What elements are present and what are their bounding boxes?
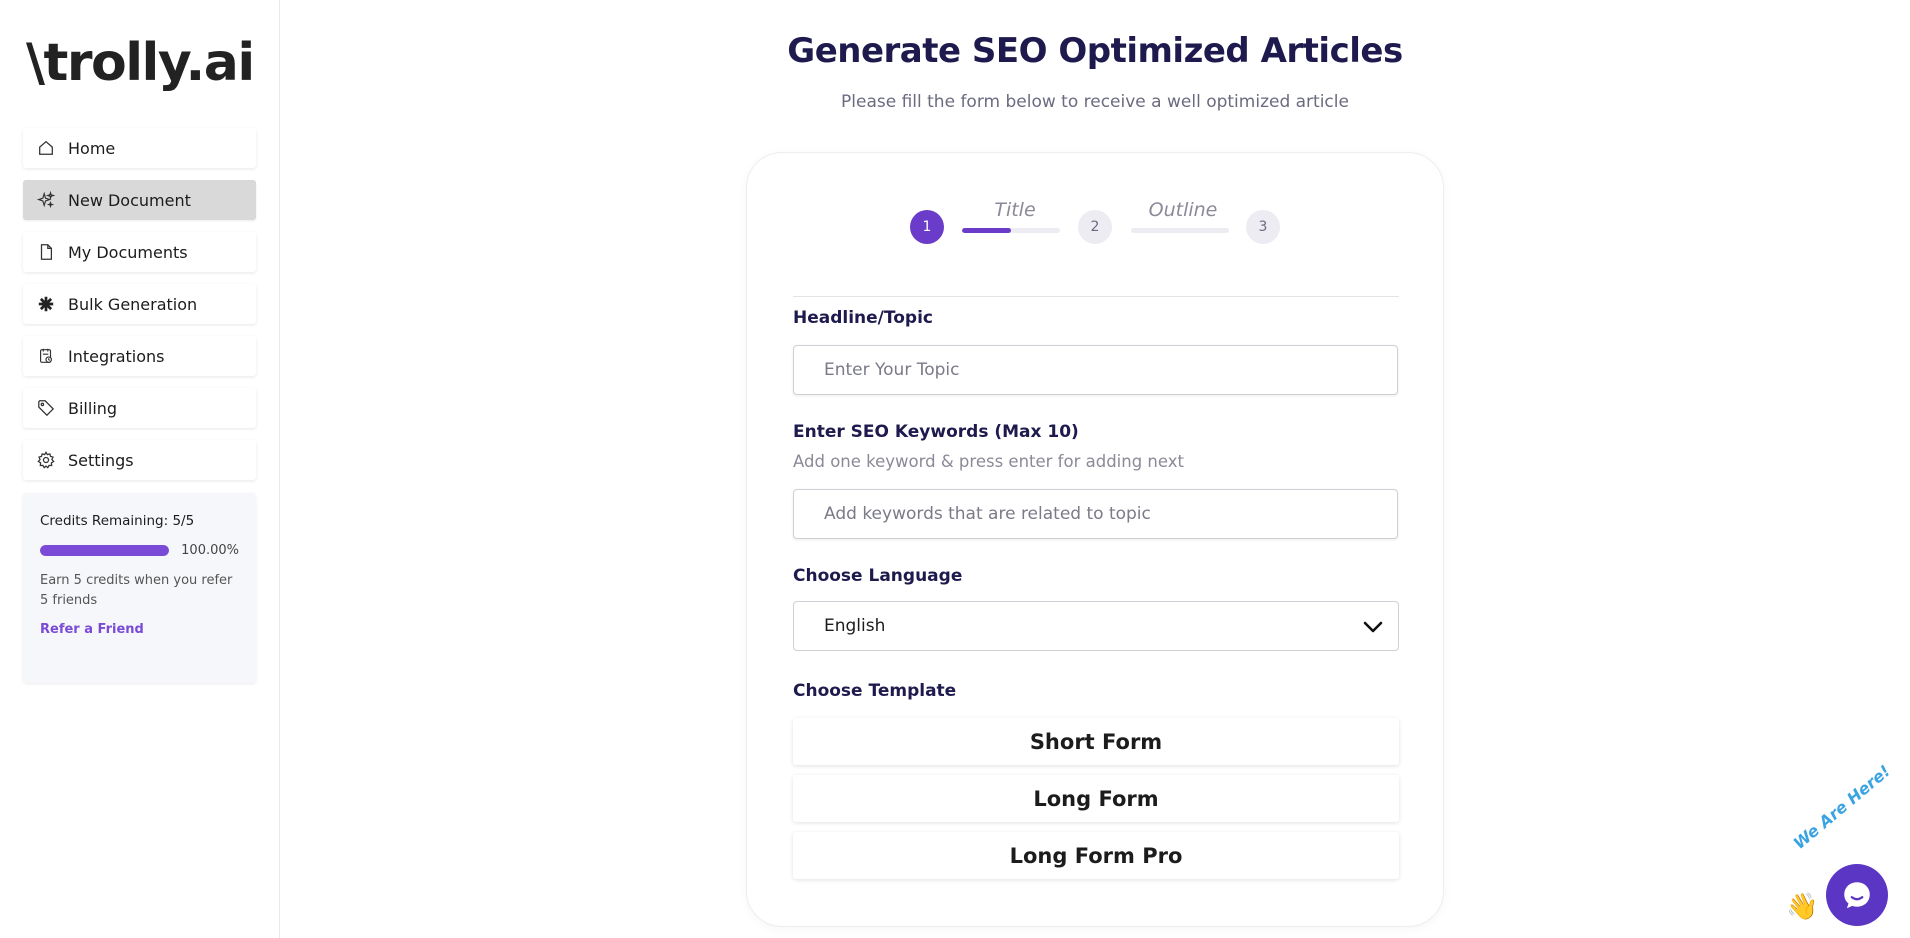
logo-text: \trolly.ai xyxy=(26,33,255,93)
chat-widget-caption: We Are Here! xyxy=(1789,761,1894,853)
home-icon xyxy=(37,139,55,157)
sidebar-item-settings[interactable]: Settings xyxy=(23,440,256,480)
stepper: 1 Title 2 Outline 3 xyxy=(747,153,1443,253)
credits-progress-fill xyxy=(40,545,170,556)
article-form-card: 1 Title 2 Outline 3 Headline/Topic Enter… xyxy=(746,152,1444,927)
credits-progress-track xyxy=(40,545,170,556)
credits-title: Credits Remaining: 5/5 xyxy=(40,513,195,529)
language-select[interactable]: English xyxy=(793,601,1399,651)
brand-logo[interactable]: \trolly.ai xyxy=(26,28,255,98)
sidebar-item-label: Bulk Generation xyxy=(68,294,198,314)
credits-progress-label: 100.00% xyxy=(181,543,239,558)
sidebar-item-billing[interactable]: Billing xyxy=(23,388,256,428)
sidebar-item-label: Billing xyxy=(68,398,118,418)
asterisk-icon xyxy=(37,295,55,313)
sidebar-item-new-document[interactable]: New Document xyxy=(23,180,256,220)
headline-label: Headline/Topic xyxy=(793,308,933,328)
sidebar-item-label: Settings xyxy=(68,450,134,470)
sidebar-item-integrations[interactable]: Integrations xyxy=(23,336,256,376)
template-long-form-pro-button[interactable]: Long Form Pro xyxy=(793,832,1399,879)
sidebar: \trolly.ai Home New Document My Document… xyxy=(0,0,280,938)
step-progress-bar-title xyxy=(962,228,1060,233)
chevron-down-icon xyxy=(1363,621,1383,633)
keywords-hint: Add one keyword & press enter for adding… xyxy=(793,452,1184,471)
sidebar-item-bulk-generation[interactable]: Bulk Generation xyxy=(23,284,256,324)
language-select-value: English xyxy=(824,616,886,636)
credits-progress: 100.00% xyxy=(40,543,239,558)
step-progress-fill-title xyxy=(962,228,1011,233)
gear-icon xyxy=(37,451,55,469)
sidebar-item-label: Home xyxy=(68,138,116,158)
step-label-title: Title xyxy=(994,199,1036,221)
sidebar-item-label: Integrations xyxy=(68,346,165,366)
chat-widget[interactable]: We Are Here! 👋 xyxy=(1782,761,1910,938)
step-label-outline: Outline xyxy=(1148,199,1218,221)
credits-panel: Credits Remaining: 5/5 100.00% Earn 5 cr… xyxy=(23,493,256,683)
step-2-circle[interactable]: 2 xyxy=(1078,210,1112,244)
sidebar-item-label: My Documents xyxy=(68,242,188,262)
step-3-circle[interactable]: 3 xyxy=(1246,210,1280,244)
sidebar-item-label: New Document xyxy=(68,190,191,210)
document-icon xyxy=(37,243,55,261)
page-subtitle: Please fill the form below to receive a … xyxy=(841,92,1349,112)
sparkle-icon xyxy=(37,191,55,209)
keywords-label: Enter SEO Keywords (Max 10) xyxy=(793,422,1079,442)
credits-description: Earn 5 credits when you refer 5 friends xyxy=(40,573,233,608)
template-label: Choose Template xyxy=(793,681,957,701)
template-short-form-button[interactable]: Short Form xyxy=(793,718,1399,765)
app-root: \trolly.ai Home New Document My Document… xyxy=(0,0,1910,938)
chat-open-button[interactable] xyxy=(1826,864,1888,926)
page-title: Generate SEO Optimized Articles xyxy=(787,31,1403,71)
sidebar-item-my-documents[interactable]: My Documents xyxy=(23,232,256,272)
language-label: Choose Language xyxy=(793,566,963,586)
step-1-circle[interactable]: 1 xyxy=(910,210,944,244)
sidebar-item-home[interactable]: Home xyxy=(23,128,256,168)
template-long-form-button[interactable]: Long Form xyxy=(793,775,1399,822)
form-divider xyxy=(793,296,1399,297)
headline-input[interactable] xyxy=(793,345,1398,395)
keywords-input[interactable] xyxy=(793,489,1398,539)
tag-icon xyxy=(37,399,55,417)
integrations-icon xyxy=(37,347,55,365)
waving-hand-icon: 👋 xyxy=(1786,892,1819,922)
step-progress-bar-outline xyxy=(1131,228,1229,233)
sidebar-nav: Home New Document My Documents Bulk Gene… xyxy=(23,128,256,492)
chat-icon xyxy=(1844,882,1870,909)
refer-friend-link[interactable]: Refer a Friend xyxy=(40,622,144,637)
